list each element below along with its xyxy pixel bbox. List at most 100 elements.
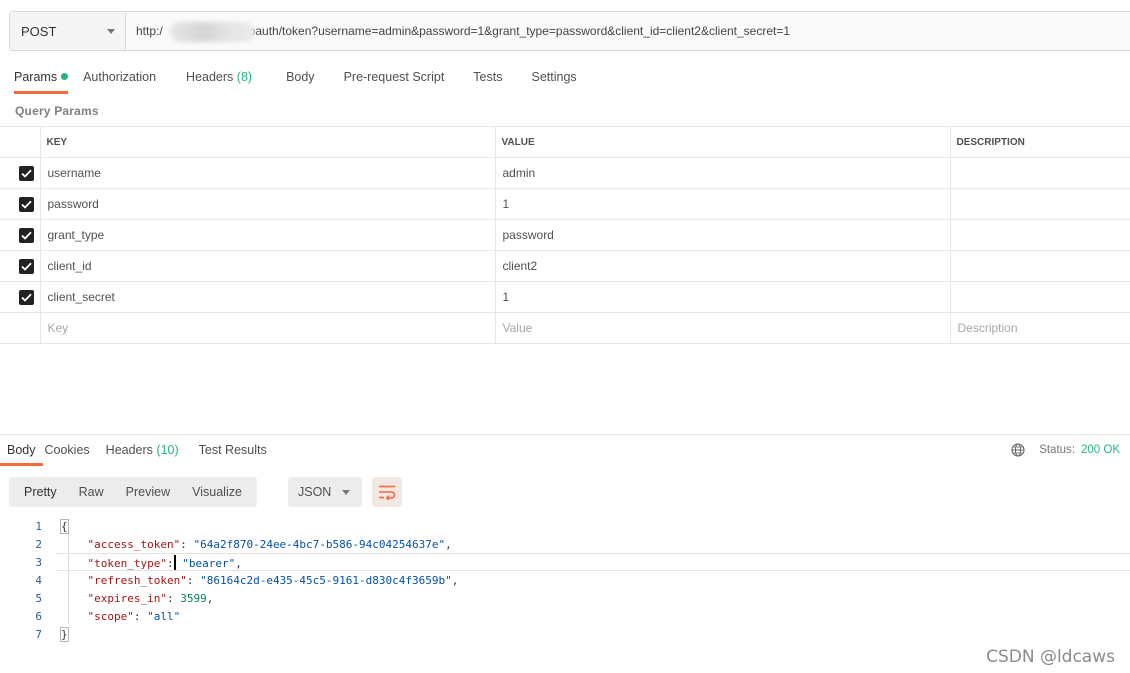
format-pretty-button[interactable]: Pretty bbox=[13, 477, 68, 507]
row-checkbox[interactable] bbox=[19, 289, 34, 305]
row-checkbox[interactable] bbox=[19, 196, 34, 212]
chevron-down-icon bbox=[342, 489, 350, 495]
response-divider bbox=[0, 434, 1130, 435]
tab-response-headers[interactable]: Headers (10) bbox=[106, 436, 179, 466]
tab-pre-request-script-label: Pre-request Script bbox=[343, 70, 445, 84]
json-value: 3599 bbox=[180, 591, 207, 605]
param-description[interactable] bbox=[950, 250, 1130, 282]
tab-response-headers-label: Headers bbox=[105, 443, 153, 457]
row-checkbox[interactable] bbox=[19, 227, 34, 243]
header-checkbox-cell bbox=[0, 126, 41, 158]
new-value-input[interactable]: Value bbox=[495, 312, 951, 344]
method-select[interactable]: POST bbox=[10, 12, 126, 50]
status-label: Status: bbox=[1039, 444, 1075, 456]
headers-count: (8) bbox=[236, 70, 253, 84]
json-key: "expires_in" bbox=[87, 591, 167, 605]
format-raw-button[interactable]: Raw bbox=[68, 477, 115, 507]
param-value[interactable]: admin bbox=[495, 157, 951, 189]
line-number: 6 bbox=[35, 609, 42, 623]
line-number: 7 bbox=[35, 627, 42, 641]
code-line: 6 "scope": "all" bbox=[0, 607, 1130, 625]
code-line: 2 "access_token": "64a2f870-24ee-4bc7-b5… bbox=[0, 535, 1130, 553]
response-headers-count: (10) bbox=[156, 443, 179, 457]
tab-test-results-label: Test Results bbox=[198, 443, 267, 457]
code-line: 1 { bbox=[0, 517, 1130, 535]
check-icon bbox=[21, 200, 32, 209]
param-description[interactable] bbox=[950, 157, 1130, 189]
line-number: 1 bbox=[35, 519, 42, 533]
param-value[interactable]: client2 bbox=[495, 250, 951, 282]
tab-cookies[interactable]: Cookies bbox=[45, 436, 90, 466]
param-description[interactable] bbox=[950, 188, 1130, 220]
redacted-host bbox=[170, 22, 255, 42]
format-preview-button[interactable]: Preview bbox=[115, 477, 181, 507]
params-active-dot bbox=[61, 73, 69, 80]
status-value: 200 OK bbox=[1081, 444, 1120, 456]
param-description[interactable] bbox=[950, 219, 1130, 251]
header-value: VALUE bbox=[495, 126, 951, 158]
code-line: 7 } bbox=[0, 625, 1130, 643]
code-line: 4 "refresh_token": "86164c2d-e435-45c5-9… bbox=[0, 571, 1130, 589]
response-status: Status: 200 OK bbox=[1011, 443, 1120, 457]
row-checkbox[interactable] bbox=[19, 165, 34, 181]
param-key[interactable]: username bbox=[40, 157, 496, 189]
wrap-lines-button[interactable] bbox=[372, 477, 402, 507]
code-line: 5 "expires_in": 3599, bbox=[0, 589, 1130, 607]
tab-tests[interactable]: Tests bbox=[473, 64, 502, 94]
tab-authorization[interactable]: Authorization bbox=[83, 64, 156, 94]
param-value[interactable]: 1 bbox=[495, 188, 951, 220]
response-body-viewer[interactable]: 1 { 2 "access_token": "64a2f870-24ee-4bc… bbox=[0, 517, 1130, 643]
new-key-input[interactable]: Key bbox=[40, 312, 496, 344]
tab-params[interactable]: Params bbox=[14, 64, 69, 94]
url-input[interactable]: http:/ oauth/token?username=admin&passwo… bbox=[126, 12, 1130, 50]
code-line-current: 3 "token_type": "bearer", bbox=[0, 553, 1130, 571]
url-prefix: http:/ bbox=[136, 24, 163, 38]
tab-body[interactable]: Body bbox=[286, 64, 315, 94]
param-key[interactable]: grant_type bbox=[40, 219, 496, 251]
table-row: username admin bbox=[0, 157, 1130, 189]
check-icon bbox=[21, 262, 32, 271]
tab-pre-request-script[interactable]: Pre-request Script bbox=[344, 64, 445, 94]
tab-params-label: Params bbox=[14, 70, 58, 84]
new-row-checkbox-cell bbox=[0, 312, 41, 344]
tab-settings[interactable]: Settings bbox=[531, 64, 576, 94]
param-description[interactable] bbox=[950, 281, 1130, 313]
globe-icon[interactable] bbox=[1011, 443, 1025, 457]
code-text: } bbox=[60, 626, 69, 642]
tab-response-body[interactable]: Body bbox=[0, 436, 43, 466]
url-path: oauth/token?username=admin&password=1&gr… bbox=[248, 24, 791, 38]
tab-response-body-label: Body bbox=[7, 443, 36, 457]
tab-body-label: Body bbox=[286, 70, 315, 84]
format-visualize-button[interactable]: Visualize bbox=[181, 477, 253, 507]
format-select[interactable]: JSON bbox=[288, 477, 362, 507]
row-checkbox[interactable] bbox=[19, 258, 34, 274]
table-row: client_secret 1 bbox=[0, 281, 1130, 313]
tab-authorization-label: Authorization bbox=[83, 70, 157, 84]
json-value: "all" bbox=[147, 609, 181, 623]
new-description-input[interactable]: Description bbox=[950, 312, 1130, 344]
format-select-value: JSON bbox=[298, 485, 332, 499]
tab-cookies-label: Cookies bbox=[44, 443, 90, 457]
param-value[interactable]: password bbox=[495, 219, 951, 251]
header-key: KEY bbox=[40, 126, 496, 158]
param-value[interactable]: 1 bbox=[495, 281, 951, 313]
param-key[interactable]: client_secret bbox=[40, 281, 496, 313]
query-params-title: Query Params bbox=[15, 104, 99, 118]
line-number: 3 bbox=[35, 555, 42, 569]
chevron-down-icon bbox=[107, 28, 115, 34]
line-number: 2 bbox=[35, 537, 42, 551]
check-icon bbox=[21, 231, 32, 240]
wrap-icon bbox=[379, 485, 396, 500]
param-key[interactable]: client_id bbox=[40, 250, 496, 282]
json-key: "scope" bbox=[87, 609, 134, 623]
request-url-bar: POST http:/ oauth/token?username=admin&p… bbox=[9, 11, 1130, 51]
format-toggle-group: Pretty Raw Preview Visualize bbox=[9, 477, 257, 507]
table-row: grant_type password bbox=[0, 219, 1130, 251]
param-key[interactable]: password bbox=[40, 188, 496, 220]
json-key: "access_token" bbox=[87, 537, 181, 551]
header-description: DESCRIPTION bbox=[950, 126, 1130, 158]
json-value: "bearer" bbox=[182, 556, 236, 570]
tab-headers[interactable]: Headers (8) bbox=[186, 64, 252, 94]
tab-test-results[interactable]: Test Results bbox=[199, 436, 267, 466]
tab-headers-label: Headers bbox=[186, 70, 234, 84]
